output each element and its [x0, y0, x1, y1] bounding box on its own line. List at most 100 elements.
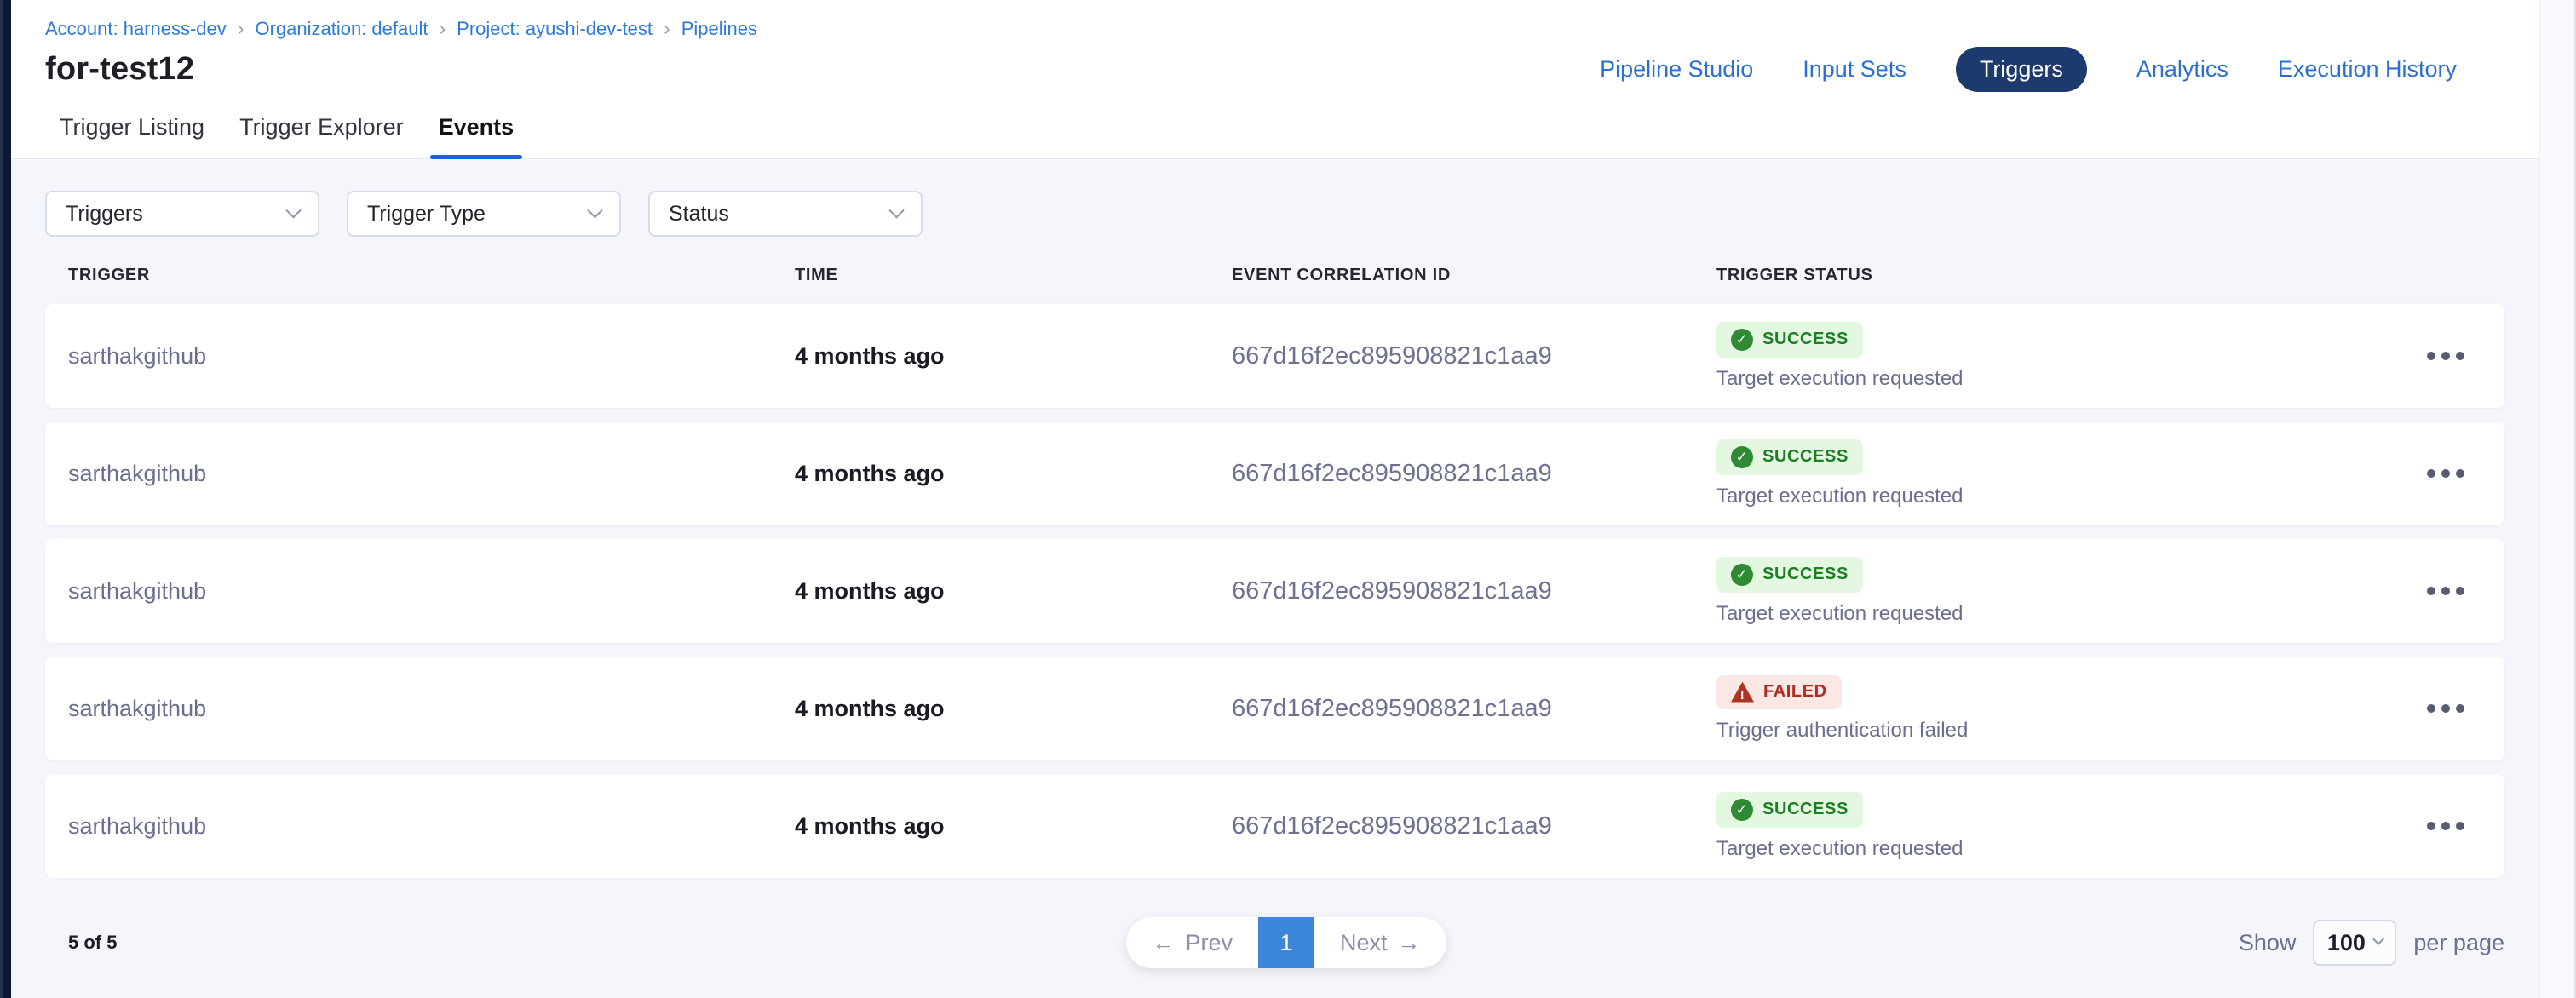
scrollbar-track[interactable]	[2539, 0, 2576, 998]
filter-select-label: Triggers	[66, 202, 143, 227]
more-options-icon	[2456, 822, 2464, 830]
event-time: 4 months ago	[795, 461, 1232, 487]
trigger-name: sarthakgithub	[68, 343, 795, 370]
event-correlation-id: 667d16f2ec895908821c1aa9	[1232, 695, 1716, 723]
failed-warning-icon: !	[1731, 682, 1754, 703]
status-message: Trigger authentication failed	[1716, 719, 1968, 743]
event-time: 4 months ago	[795, 696, 1232, 722]
status-message: Target execution requested	[1716, 837, 1964, 861]
event-time: 4 months ago	[795, 813, 1232, 840]
trigger-status-cell: ! FAILED Trigger authentication failed	[1716, 675, 2388, 743]
table-header-row: TRIGGERTIMEEVENT CORRELATION IDTRIGGER S…	[45, 266, 2504, 285]
per-page-label: per page	[2413, 930, 2504, 956]
page-size-value: 100	[2327, 930, 2366, 956]
more-options-icon	[2441, 352, 2450, 360]
more-options-icon	[2427, 822, 2435, 830]
table-row: sarthakgithub4 months ago667d16f2ec89590…	[45, 657, 2504, 760]
nav-item-analytics[interactable]: Analytics	[2136, 56, 2228, 83]
page-size-select[interactable]: 100	[2313, 920, 2396, 966]
status-badge-label: SUCCESS	[1762, 800, 1849, 819]
table-row: sarthakgithub4 months ago667d16f2ec89590…	[45, 539, 2504, 643]
status-badge: ✓ SUCCESS	[1716, 439, 1863, 475]
more-options-button[interactable]	[2388, 452, 2464, 495]
breadcrumb-link-4[interactable]: Pipelines	[681, 18, 757, 40]
trigger-status-cell: ✓ SUCCESS Target execution requested	[1716, 792, 2388, 861]
status-badge: ✓ SUCCESS	[1716, 792, 1863, 828]
tab-events[interactable]: Events	[437, 104, 516, 158]
status-badge-label: FAILED	[1763, 682, 1827, 702]
breadcrumb-separator-icon: ›	[664, 17, 670, 40]
table-row: sarthakgithub4 months ago667d16f2ec89590…	[45, 422, 2504, 525]
more-options-icon	[2456, 352, 2464, 360]
breadcrumb-separator-icon: ›	[439, 17, 446, 40]
more-options-button[interactable]	[2388, 805, 2464, 847]
more-options-icon	[2427, 704, 2435, 713]
more-options-button[interactable]	[2388, 570, 2464, 612]
trigger-status-cell: ✓SUCCESSTarget execution requested	[1716, 439, 2388, 508]
filter-select-triggers[interactable]: Triggers	[45, 191, 319, 237]
nav-item-pipeline-studio[interactable]: Pipeline Studio	[1600, 56, 1753, 83]
page-title: for-test12	[45, 51, 194, 88]
tab-trigger-listing[interactable]: Trigger Listing	[58, 104, 206, 158]
collapsed-sidebar-edge[interactable]	[0, 0, 11, 998]
success-check-icon: ✓	[1731, 799, 1753, 821]
tab-trigger-explorer[interactable]: Trigger Explorer	[238, 104, 405, 158]
status-message: Target execution requested	[1716, 602, 1964, 626]
column-header-1: TRIGGER	[68, 266, 795, 285]
event-correlation-id: 667d16f2ec895908821c1aa9	[1232, 812, 1716, 840]
success-check-icon: ✓	[1731, 446, 1753, 468]
status-badge-label: SUCCESS	[1762, 565, 1849, 584]
prev-page-button[interactable]: ← Prev	[1126, 917, 1258, 968]
table-row: sarthakgithub4 months ago667d16f2ec89590…	[45, 304, 2504, 408]
more-options-icon	[2427, 352, 2435, 360]
more-options-icon	[2427, 469, 2435, 478]
trigger-status-cell: ✓SUCCESSTarget execution requested	[1716, 557, 2388, 626]
chevron-down-icon	[587, 203, 602, 218]
pagination: ← Prev 1 Next →	[1126, 917, 1446, 968]
breadcrumb: Account: harness-dev › Organization: defau…	[45, 17, 2491, 40]
more-options-button[interactable]	[2388, 687, 2464, 730]
filter-select-label: Trigger Type	[367, 202, 486, 227]
breadcrumb-separator-icon: ›	[238, 17, 244, 40]
show-label: Show	[2239, 930, 2297, 956]
filter-bar: Triggers Trigger Type Status	[45, 191, 2504, 237]
results-count: 5 of 5	[68, 932, 117, 953]
chevron-down-icon	[285, 203, 301, 218]
nav-item-execution-history[interactable]: Execution History	[2278, 56, 2457, 83]
filter-select-status[interactable]: Status	[648, 191, 923, 237]
next-label: Next	[1340, 930, 1388, 956]
column-header-4: TRIGGER STATUS	[1716, 266, 2388, 285]
more-options-icon	[2441, 822, 2450, 830]
page-1-button[interactable]: 1	[1258, 917, 1314, 968]
filter-select-trigger-type[interactable]: Trigger Type	[347, 191, 621, 237]
prev-arrow-icon: ←	[1152, 930, 1175, 956]
event-correlation-id: 667d16f2ec895908821c1aa9	[1232, 460, 1716, 488]
nav-item-input-sets[interactable]: Input Sets	[1803, 56, 1906, 83]
breadcrumb-link-2[interactable]: Organization: default	[255, 18, 428, 40]
main-area: Account: harness-dev › Organization: defau…	[11, 0, 2539, 998]
status-badge-label: SUCCESS	[1762, 447, 1849, 467]
breadcrumb-link-3[interactable]: Project: ayushi-dev-test	[457, 18, 653, 40]
next-arrow-icon: →	[1398, 930, 1421, 956]
event-correlation-id: 667d16f2ec895908821c1aa9	[1232, 577, 1716, 605]
more-options-icon	[2441, 469, 2450, 478]
status-message: Target execution requested	[1716, 367, 1964, 391]
next-page-button[interactable]: Next →	[1314, 917, 1446, 968]
trigger-name: sarthakgithub	[68, 578, 795, 605]
more-options-icon	[2456, 587, 2464, 595]
prev-label: Prev	[1185, 930, 1233, 956]
trigger-status-cell: ✓ SUCCESS Target execution requested	[1716, 322, 2388, 391]
table-footer: 5 of 5 ← Prev 1 Next → Show 1	[45, 917, 2504, 968]
trigger-name: sarthakgithub	[68, 461, 795, 487]
success-check-icon: ✓	[1731, 329, 1753, 351]
breadcrumb-link-1[interactable]: Account: harness-dev	[45, 18, 227, 40]
trigger-tabs: Trigger Listing Trigger Explorer Events	[11, 104, 2539, 159]
nav-item-triggers[interactable]: Triggers	[1956, 47, 2087, 92]
more-options-icon	[2441, 587, 2450, 595]
column-header-2: TIME	[795, 266, 1232, 285]
status-badge-label: SUCCESS	[1762, 330, 1849, 349]
more-options-button[interactable]	[2388, 335, 2464, 377]
table-row: sarthakgithub4 months ago667d16f2ec89590…	[45, 774, 2504, 878]
pipeline-top-nav: Pipeline Studio Input Sets Triggers Analyti…	[1600, 47, 2491, 92]
events-table-body: sarthakgithub4 months ago667d16f2ec89590…	[45, 304, 2504, 892]
